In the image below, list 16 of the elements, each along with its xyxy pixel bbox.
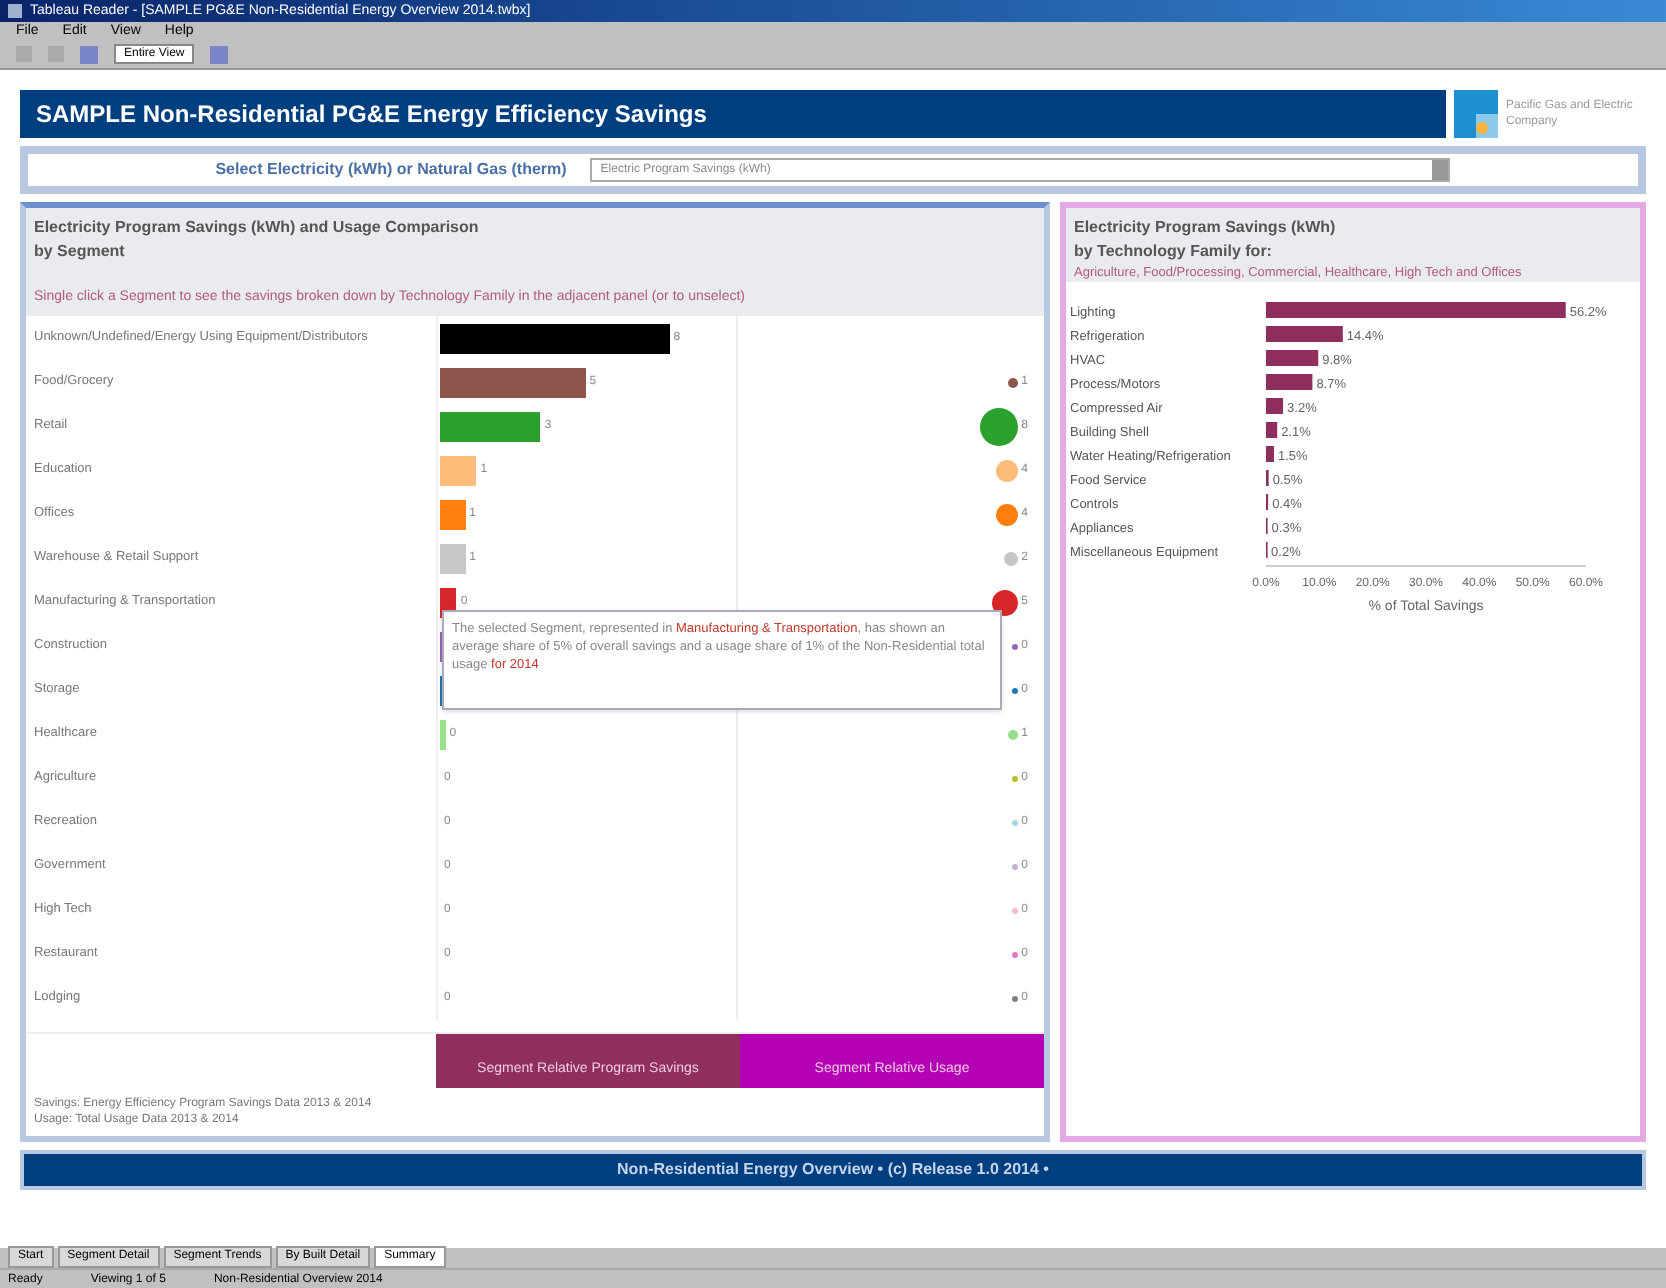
footer-banner: Non-Residential Energy Overview • (c) Release 1.0 2014 • — [20, 1150, 1646, 1190]
bar — [1266, 374, 1313, 390]
bar — [1266, 350, 1319, 366]
bar — [1266, 446, 1274, 462]
bar — [1266, 398, 1284, 414]
logo-icon — [1454, 90, 1498, 138]
bar — [1266, 422, 1278, 438]
panel-title: Electricity Program Savings (kWh) and Usage Comparison — [34, 216, 481, 240]
selector-label: Select Electricity (kWh) or Natural Gas (therm) — [215, 158, 567, 182]
dashboard-title: SAMPLE Non-Residential PG&E Energy Efficiency Savings — [20, 90, 1446, 138]
panel-subtitle: by Technology Family for: — [1074, 240, 1274, 264]
bar — [1266, 326, 1343, 342]
panel-subtitle: by Segment — [34, 240, 127, 264]
app-icon — [8, 4, 22, 18]
panel-title: Electricity Program Savings (kWh) — [1074, 216, 1338, 240]
dropdown-icon — [1432, 160, 1449, 180]
